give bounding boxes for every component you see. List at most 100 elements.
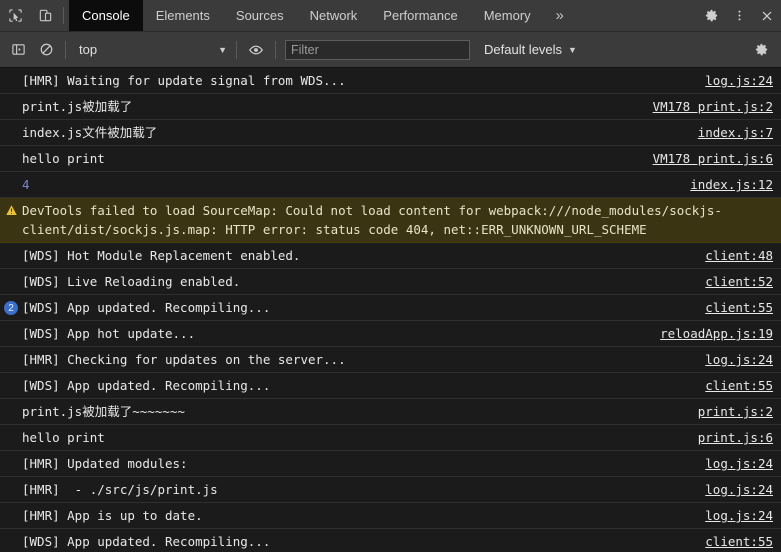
row-gutter	[0, 71, 22, 72]
console-message-text: [WDS] App updated. Recompiling...	[22, 300, 271, 315]
source-location-link[interactable]: log.js:24	[705, 506, 773, 525]
console-message-text: index.js文件被加载了	[22, 125, 158, 140]
console-log-row[interactable]: [WDS] Hot Module Replacement enabled. cli…	[0, 243, 781, 269]
console-log-row[interactable]: [HMR] Updated modules: log.js:24	[0, 451, 781, 477]
source-location-link[interactable]: log.js:24	[705, 350, 773, 369]
console-message-text: 4	[22, 177, 30, 192]
more-tabs-label: »	[555, 7, 564, 24]
live-expression-eye-icon[interactable]	[242, 37, 270, 63]
row-gutter	[0, 324, 22, 325]
source-location-link[interactable]: log.js:24	[705, 71, 773, 90]
more-vertical-icon[interactable]	[725, 0, 753, 31]
chevron-down-icon: ▼	[568, 44, 577, 55]
toolbar-divider	[63, 7, 64, 24]
row-gutter	[0, 402, 22, 403]
row-gutter	[0, 272, 22, 273]
filter-input[interactable]	[285, 39, 470, 60]
warning-triangle-icon	[0, 201, 22, 217]
sourcemap-url-link[interactable]: webpack:///node_modules/sockjs-client/di…	[22, 203, 722, 237]
tab-console-label: Console	[82, 8, 130, 23]
console-message-text: [WDS] Hot Module Replacement enabled.	[22, 248, 301, 263]
console-message-text: hello print	[22, 151, 105, 166]
row-gutter	[0, 480, 22, 481]
source-location-link[interactable]: print.js:2	[698, 402, 773, 421]
source-location-link[interactable]: VM178 print.js:2	[653, 97, 773, 116]
source-location-link[interactable]: client:55	[705, 532, 773, 551]
repeat-count-badge: 2	[0, 298, 22, 315]
source-location-link[interactable]: index.js:12	[690, 175, 773, 194]
source-location-link[interactable]: client:48	[705, 246, 773, 265]
toolbar-divider	[275, 40, 276, 59]
console-warning-row[interactable]: DevTools failed to load SourceMap: Could…	[0, 198, 781, 243]
execution-context-value: top	[79, 42, 98, 57]
devtools-tabbar: Console Elements Sources Network Perform…	[0, 0, 781, 32]
tab-performance-label: Performance	[383, 8, 458, 23]
console-message-text: hello print	[22, 430, 105, 445]
source-location-link[interactable]: client:55	[705, 376, 773, 395]
execution-context-select[interactable]: top ▼	[71, 39, 231, 61]
console-log-row[interactable]: hello print print.js:6	[0, 425, 781, 451]
source-location-link[interactable]: print.js:6	[698, 428, 773, 447]
console-log-row[interactable]: [HMR] - ./src/js/print.js log.js:24	[0, 477, 781, 503]
console-message-text: [WDS] App hot update...	[22, 326, 196, 341]
log-levels-select[interactable]: Default levels ▼	[484, 42, 577, 57]
device-toolbar-icon[interactable]	[30, 0, 60, 31]
console-message-text: [HMR] App is up to date.	[22, 508, 203, 523]
console-log-row[interactable]: [WDS] App hot update... reloadApp.js:19	[0, 321, 781, 347]
source-location-link[interactable]: index.js:7	[698, 123, 773, 142]
console-message-text: [HMR] Waiting for update signal from WDS…	[22, 73, 346, 88]
console-message-text: [WDS] Live Reloading enabled.	[22, 274, 241, 289]
console-message-text: DevTools failed to load SourceMap: Could…	[22, 203, 722, 237]
console-log-row[interactable]: index.js文件被加载了 index.js:7	[0, 120, 781, 146]
console-log-row[interactable]: [HMR] Waiting for update signal from WDS…	[0, 68, 781, 94]
row-gutter	[0, 246, 22, 247]
source-location-link[interactable]: reloadApp.js:19	[660, 324, 773, 343]
tab-memory[interactable]: Memory	[471, 0, 544, 31]
row-gutter	[0, 506, 22, 507]
repeat-count-value: 2	[4, 301, 18, 315]
tab-sources-label: Sources	[235, 8, 284, 23]
chevron-down-icon: ▼	[218, 44, 227, 55]
console-log-row[interactable]: [HMR] App is up to date. log.js:24	[0, 503, 781, 529]
console-message-list[interactable]: [HMR] Waiting for update signal from WDS…	[0, 68, 781, 552]
console-log-row[interactable]: [HMR] Checking for updates on the server…	[0, 347, 781, 373]
console-message-text: [HMR] Checking for updates on the server…	[22, 352, 346, 367]
tab-sources[interactable]: Sources	[223, 0, 297, 31]
gear-icon[interactable]	[697, 0, 725, 31]
tab-console[interactable]: Console	[69, 0, 143, 31]
close-icon[interactable]	[753, 0, 781, 31]
console-settings-gear-icon[interactable]	[747, 37, 775, 63]
row-gutter	[0, 376, 22, 377]
source-location-link[interactable]: VM178 print.js:6	[653, 149, 773, 168]
source-location-link[interactable]: log.js:24	[705, 480, 773, 499]
console-message-text: print.js被加载了~~~~~~~	[22, 404, 185, 419]
console-message-text: [WDS] App updated. Recompiling...	[22, 378, 271, 393]
source-location-link[interactable]: log.js:24	[705, 454, 773, 473]
console-log-row[interactable]: 4 index.js:12	[0, 172, 781, 198]
row-gutter	[0, 175, 22, 176]
more-tabs-chevron-icon[interactable]: »	[544, 0, 576, 31]
row-gutter	[0, 428, 22, 429]
console-log-row[interactable]: [WDS] Live Reloading enabled. client:52	[0, 269, 781, 295]
console-message-text: [HMR] Updated modules:	[22, 456, 188, 471]
console-message-text: print.js被加载了	[22, 99, 133, 114]
console-log-row[interactable]: hello print VM178 print.js:6	[0, 146, 781, 172]
console-log-row[interactable]: print.js被加载了~~~~~~~ print.js:2	[0, 399, 781, 425]
console-log-row[interactable]: [WDS] App updated. Recompiling... client:…	[0, 529, 781, 552]
console-log-row[interactable]: print.js被加载了 VM178 print.js:2	[0, 94, 781, 120]
inspect-cursor-icon[interactable]	[0, 0, 30, 31]
source-location-link[interactable]: client:55	[705, 298, 773, 317]
toolbar-divider	[65, 40, 66, 59]
tab-elements[interactable]: Elements	[143, 0, 223, 31]
console-log-row[interactable]: 2 [WDS] App updated. Recompiling... client…	[0, 295, 781, 321]
source-location-link[interactable]: client:52	[705, 272, 773, 291]
row-gutter	[0, 454, 22, 455]
console-toolbar: top ▼ Default levels ▼	[0, 32, 781, 68]
tab-performance[interactable]: Performance	[370, 0, 470, 31]
tab-network[interactable]: Network	[297, 0, 371, 31]
log-levels-value: Default levels	[484, 42, 563, 57]
clear-console-icon[interactable]	[32, 37, 60, 63]
console-log-row[interactable]: [WDS] App updated. Recompiling... client:…	[0, 373, 781, 399]
console-sidebar-icon[interactable]	[4, 37, 32, 63]
row-gutter	[0, 350, 22, 351]
